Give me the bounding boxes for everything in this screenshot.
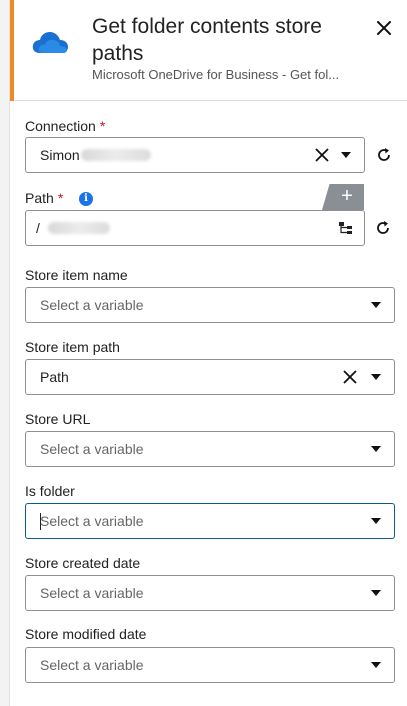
required-mark: * — [57, 190, 64, 206]
store-created-date-select[interactable]: Select a variable — [25, 575, 395, 611]
clear-icon[interactable] — [315, 148, 329, 162]
store-created-date-placeholder: Select a variable — [40, 585, 144, 601]
add-variable-button[interactable]: + — [322, 184, 364, 210]
refresh-icon[interactable] — [376, 147, 392, 163]
text-cursor — [40, 513, 41, 530]
panel-header: Get folder contents store paths Microsof… — [10, 0, 407, 101]
connection-value: Simon — [40, 147, 80, 163]
chevron-down-icon[interactable] — [371, 518, 381, 524]
onedrive-cloud-icon — [32, 32, 68, 53]
store-modified-date-label: Store modified date — [25, 626, 147, 642]
connection-label: Connection * — [25, 118, 105, 134]
store-item-path-select[interactable]: Path — [25, 359, 395, 395]
store-url-label: Store URL — [25, 411, 91, 427]
is-folder-label: Is folder — [25, 483, 75, 499]
refresh-icon[interactable] — [375, 220, 391, 236]
panel-subtitle: Microsoft OneDrive for Business - Get fo… — [92, 67, 340, 82]
chevron-down-icon[interactable] — [371, 374, 381, 380]
store-item-name-label: Store item name — [25, 267, 128, 283]
path-input[interactable]: / — [25, 210, 365, 246]
chevron-down-icon[interactable] — [371, 302, 381, 308]
action-config-panel: Get folder contents store paths Microsof… — [9, 0, 407, 706]
connection-label-text: Connection — [25, 118, 96, 134]
accent-bar — [10, 0, 14, 101]
store-item-path-label: Store item path — [25, 339, 120, 355]
connection-select[interactable]: Simon — [25, 137, 365, 173]
is-folder-select[interactable]: Select a variable — [25, 503, 395, 539]
folder-tree-icon[interactable] — [338, 221, 354, 235]
path-value: / — [36, 220, 40, 236]
store-modified-date-placeholder: Select a variable — [40, 657, 144, 673]
store-item-name-select[interactable]: Select a variable — [25, 287, 395, 323]
path-label: Path * — [25, 190, 63, 206]
store-item-name-placeholder: Select a variable — [40, 297, 144, 313]
is-folder-placeholder: Select a variable — [40, 513, 144, 529]
store-item-path-value: Path — [40, 369, 69, 385]
chevron-down-icon[interactable] — [371, 662, 381, 668]
required-mark: * — [99, 118, 106, 134]
store-url-placeholder: Select a variable — [40, 441, 144, 457]
clear-icon[interactable] — [343, 370, 357, 384]
redacted-text — [48, 222, 110, 234]
store-created-date-label: Store created date — [25, 555, 141, 571]
path-label-text: Path — [25, 190, 54, 206]
redacted-text — [81, 149, 151, 161]
info-icon[interactable]: i — [79, 192, 93, 206]
chevron-down-icon[interactable] — [371, 446, 381, 452]
store-modified-date-select[interactable]: Select a variable — [25, 647, 395, 683]
store-url-select[interactable]: Select a variable — [25, 431, 395, 467]
panel-title: Get folder contents store paths — [92, 15, 322, 65]
close-icon[interactable] — [374, 18, 394, 38]
chevron-down-icon[interactable] — [371, 590, 381, 596]
chevron-down-icon[interactable] — [341, 152, 351, 158]
